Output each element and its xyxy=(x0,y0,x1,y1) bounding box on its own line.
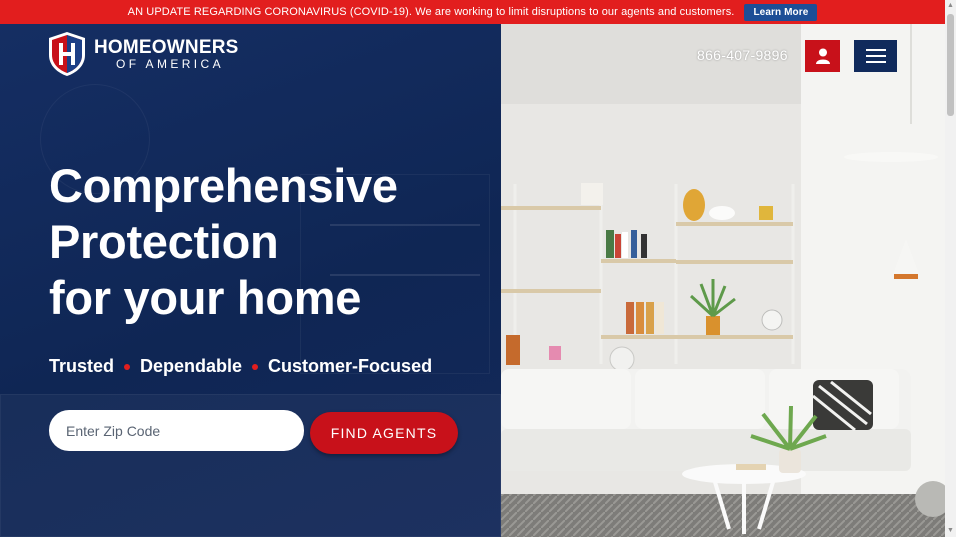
bullet-dot-icon xyxy=(252,363,259,370)
hamburger-menu-icon xyxy=(865,49,886,51)
scroll-up-arrow-icon[interactable]: ▲ xyxy=(947,2,954,10)
hero-title-line: Comprehensive xyxy=(49,159,398,212)
hero-living-room-image xyxy=(501,24,945,537)
user-icon xyxy=(815,48,830,64)
hamburger-menu-icon xyxy=(865,55,886,57)
hamburger-menu-button[interactable] xyxy=(854,40,897,72)
logo-line-1: HOMEOWNERS xyxy=(94,36,239,58)
site-logo[interactable]: HOMEOWNERS OF AMERICA xyxy=(48,31,239,77)
hero-title-line: Protection xyxy=(49,215,279,268)
zip-code-input[interactable] xyxy=(49,410,304,451)
account-button[interactable] xyxy=(805,40,840,72)
learn-more-button[interactable]: Learn More xyxy=(744,3,818,21)
shield-logo-icon xyxy=(49,32,85,76)
feature-item: Trusted xyxy=(49,356,115,376)
phone-number-link[interactable]: 866-407-9896 xyxy=(697,47,788,63)
feature-list: Trusted Dependable Customer-Focused xyxy=(49,356,432,377)
scrollbar-thumb[interactable] xyxy=(947,14,954,116)
bullet-dot-icon xyxy=(124,363,131,370)
feature-item: Dependable xyxy=(140,356,243,376)
logo-wordmark: HOMEOWNERS OF AMERICA xyxy=(94,38,239,71)
alert-message: AN UPDATE REGARDING CORONAVIRUS (COVID-1… xyxy=(127,6,735,18)
living-room-illustration xyxy=(501,24,945,537)
page-scrollbar[interactable]: ▲ ▼ xyxy=(945,0,956,537)
logo-line-2: OF AMERICA xyxy=(116,56,225,71)
hero-title: Comprehensive Protection for your home xyxy=(49,158,398,326)
hero-title-line: for your home xyxy=(49,271,362,324)
covid-alert-bar: AN UPDATE REGARDING CORONAVIRUS (COVID-1… xyxy=(0,0,945,24)
find-agents-button[interactable]: FIND AGENTS xyxy=(310,412,458,454)
scroll-down-arrow-icon[interactable]: ▼ xyxy=(947,527,954,535)
hamburger-menu-icon xyxy=(865,61,886,63)
feature-item: Customer-Focused xyxy=(268,356,433,376)
